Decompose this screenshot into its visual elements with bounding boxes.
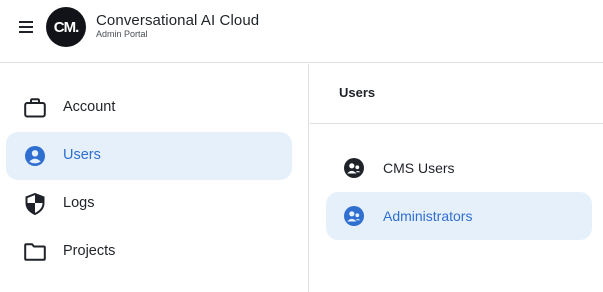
sidebar-item-logs[interactable]: Logs	[6, 180, 292, 228]
sidebar-item-label: Users	[63, 147, 101, 163]
sidebar-item-label: Account	[63, 99, 116, 115]
sidebar-item-users[interactable]: Users	[6, 132, 292, 180]
sidebar-item-label: Projects	[63, 243, 116, 259]
sidebar-item-projects[interactable]: Projects	[6, 228, 292, 276]
users-panel: Users CMS Users Administrators	[310, 64, 603, 292]
cm-logo[interactable]: CM.	[46, 7, 86, 47]
sidebar: Account Users Logs Projects	[0, 64, 309, 292]
submenu-item-label: Administrators	[383, 208, 473, 224]
panel-header: Users	[310, 64, 603, 124]
app-title: Conversational AI Cloud	[96, 12, 260, 29]
submenu-item-label: CMS Users	[383, 160, 455, 176]
submenu-item-administrators[interactable]: Administrators	[326, 192, 592, 240]
users-group-icon	[343, 157, 365, 179]
sidebar-item-label: Logs	[63, 195, 95, 211]
sidebar-item-account[interactable]: Account	[6, 84, 292, 132]
menu-icon[interactable]	[14, 15, 38, 39]
app-header: CM. Conversational AI Cloud Admin Portal	[0, 0, 603, 63]
users-group-icon	[343, 205, 365, 227]
panel-title: Users	[339, 85, 376, 100]
shield-icon	[23, 192, 47, 216]
briefcase-icon	[23, 96, 47, 120]
folder-icon	[23, 240, 47, 264]
app-subtitle: Admin Portal	[96, 29, 148, 39]
submenu-item-cms-users[interactable]: CMS Users	[326, 144, 592, 192]
user-circle-icon	[23, 144, 47, 168]
